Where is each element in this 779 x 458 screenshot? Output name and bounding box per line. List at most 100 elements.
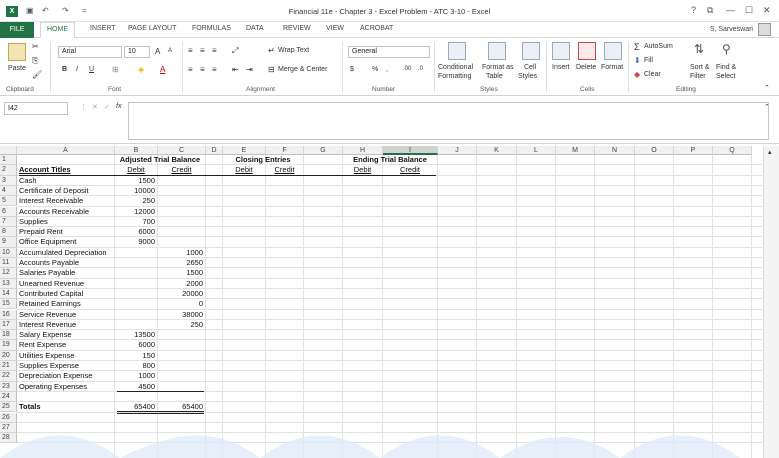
row-header[interactable]: 22 [0, 371, 17, 382]
merge-center-button[interactable]: Merge & Center [278, 66, 327, 73]
format-as-table-button[interactable]: Format as [482, 64, 514, 71]
debit-cell[interactable]: 800 [117, 361, 155, 371]
row-header[interactable]: 13 [0, 278, 17, 289]
credit-cell[interactable]: 0 [160, 299, 203, 309]
account-title-cell[interactable]: Rent Expense [19, 340, 112, 350]
scroll-up-icon[interactable]: ▴ [768, 148, 772, 156]
orientation-icon[interactable]: ⤢ [232, 46, 238, 56]
account-title-cell[interactable]: Accounts Receivable [19, 207, 112, 217]
close-icon[interactable]: ✕ [763, 5, 771, 16]
credit-cell[interactable]: 38000 [160, 310, 203, 320]
row-header[interactable]: 24 [0, 391, 17, 403]
column-header-p[interactable]: P [674, 146, 713, 155]
column-header-g[interactable]: G [304, 146, 343, 155]
column-header-o[interactable]: O [635, 146, 674, 155]
account-title-cell[interactable]: Contributed Capital [19, 289, 112, 299]
header-ending-trial-balance[interactable]: Ending Trial Balance [345, 155, 435, 165]
cut-icon[interactable]: ✂ [32, 42, 39, 51]
row-header[interactable]: 1 [0, 155, 17, 166]
account-title-cell[interactable]: Salaries Payable [19, 268, 112, 278]
italic-button[interactable]: I [76, 66, 78, 73]
format-as-table-icon[interactable] [488, 42, 506, 60]
column-header-i[interactable]: I [383, 146, 438, 155]
tab-data[interactable]: DATA [246, 25, 264, 32]
row-header[interactable]: 2 [0, 165, 17, 176]
account-title-cell[interactable]: Office Equipment [19, 237, 112, 247]
account-title-cell[interactable]: Supplies Expense [19, 361, 112, 371]
fill-button[interactable]: Fill [644, 57, 653, 64]
help-icon[interactable]: ? [691, 5, 696, 15]
tab-review[interactable]: REVIEW [283, 25, 311, 32]
cell-styles-icon[interactable] [522, 42, 540, 60]
account-title-cell[interactable]: Service Revenue [19, 310, 112, 320]
format-cells-icon[interactable] [604, 42, 622, 60]
totals-label[interactable]: Totals [19, 402, 112, 412]
debit-cell[interactable]: 700 [117, 217, 155, 227]
row-header[interactable]: 9 [0, 237, 17, 248]
find-select-button-line2[interactable]: Select [716, 73, 735, 80]
enter-icon[interactable]: ✓ [104, 103, 110, 111]
row-header[interactable]: 12 [0, 268, 17, 279]
column-header-b[interactable]: B [115, 146, 158, 155]
name-box[interactable]: I42 [4, 102, 68, 115]
autosum-button[interactable]: AutoSum [644, 43, 673, 50]
row-header[interactable]: 23 [0, 381, 17, 392]
vertical-scrollbar[interactable]: ▴ [763, 146, 779, 458]
column-header-k[interactable]: K [477, 146, 517, 155]
shrink-font-icon[interactable]: A [168, 48, 172, 54]
decrease-indent-icon[interactable]: ⇤ [232, 65, 239, 74]
column-header-n[interactable]: N [595, 146, 635, 155]
borders-icon[interactable]: ⊞ [112, 65, 119, 74]
font-name-select[interactable]: Arial [58, 46, 122, 58]
debit-cell[interactable]: 250 [117, 196, 155, 206]
formula-input[interactable] [128, 102, 769, 140]
increase-indent-icon[interactable]: ⇥ [246, 65, 253, 74]
row-header[interactable]: 4 [0, 185, 17, 197]
row-header[interactable]: 5 [0, 196, 17, 207]
maximize-icon[interactable]: ☐ [745, 5, 753, 16]
account-title-cell[interactable]: Certificate of Deposit [19, 186, 112, 196]
comma-button[interactable]: , [386, 66, 388, 73]
tab-formulas[interactable]: FORMULAS [192, 25, 231, 32]
cell-styles-button-line2[interactable]: Styles [518, 73, 537, 80]
find-select-button[interactable]: Find & [716, 64, 736, 71]
tab-view[interactable]: VIEW [326, 25, 344, 32]
insert-function-button[interactable]: fx [116, 103, 121, 110]
font-color-icon[interactable]: A [160, 65, 165, 74]
bold-button[interactable]: B [62, 66, 67, 73]
account-title-cell[interactable]: Interest Revenue [19, 320, 112, 330]
debit-cell[interactable]: 9000 [117, 237, 155, 247]
wrap-text-button[interactable]: Wrap Text [278, 47, 309, 54]
account-title-cell[interactable]: Cash [19, 176, 112, 186]
grow-font-icon[interactable]: A [155, 47, 160, 56]
debit-cell[interactable]: 1000 [117, 371, 155, 381]
column-header-c[interactable]: C [158, 146, 206, 155]
row-header[interactable]: 10 [0, 247, 17, 258]
credit-cell[interactable]: 2650 [160, 258, 203, 268]
account-title-cell[interactable]: Prepaid Rent [19, 227, 112, 237]
increase-decimal-button[interactable]: .00 [403, 66, 411, 72]
format-as-table-button-line2[interactable]: Table [486, 73, 503, 80]
paste-icon[interactable] [8, 43, 26, 61]
align-left-icon[interactable]: ≡ [188, 65, 193, 74]
row-header[interactable]: 19 [0, 340, 17, 351]
find-select-icon[interactable]: ⚲ [722, 42, 731, 56]
copy-icon[interactable]: ⎘ [32, 56, 38, 66]
column-header-a[interactable]: A [17, 146, 115, 155]
row-header[interactable]: 8 [0, 227, 17, 238]
column-header-l[interactable]: L [517, 146, 556, 155]
align-top-icon[interactable]: ≡ [188, 46, 193, 55]
column-header-d[interactable]: D [206, 146, 223, 155]
avatar[interactable] [758, 23, 771, 36]
worksheet-grid[interactable]: ABCDEFGHIJKLMNOPQ 1 2 3 4 5 6 7 8 9 10 11 12 13 14 15 1… [0, 146, 779, 458]
tab-file[interactable]: FILE [0, 22, 34, 38]
tab-page-layout[interactable]: PAGE LAYOUT [128, 25, 176, 32]
decrease-decimal-button[interactable]: .0 [418, 66, 423, 72]
account-title-cell[interactable]: Unearned Revenue [19, 279, 112, 289]
account-title-cell[interactable]: Accounts Payable [19, 258, 112, 268]
underline-button[interactable]: U [89, 66, 94, 73]
credit-cell[interactable]: 20000 [160, 289, 203, 299]
credit-cell[interactable]: 250 [160, 320, 203, 330]
account-title-cell[interactable]: Supplies [19, 217, 112, 227]
tab-home[interactable]: HOME [40, 22, 75, 38]
